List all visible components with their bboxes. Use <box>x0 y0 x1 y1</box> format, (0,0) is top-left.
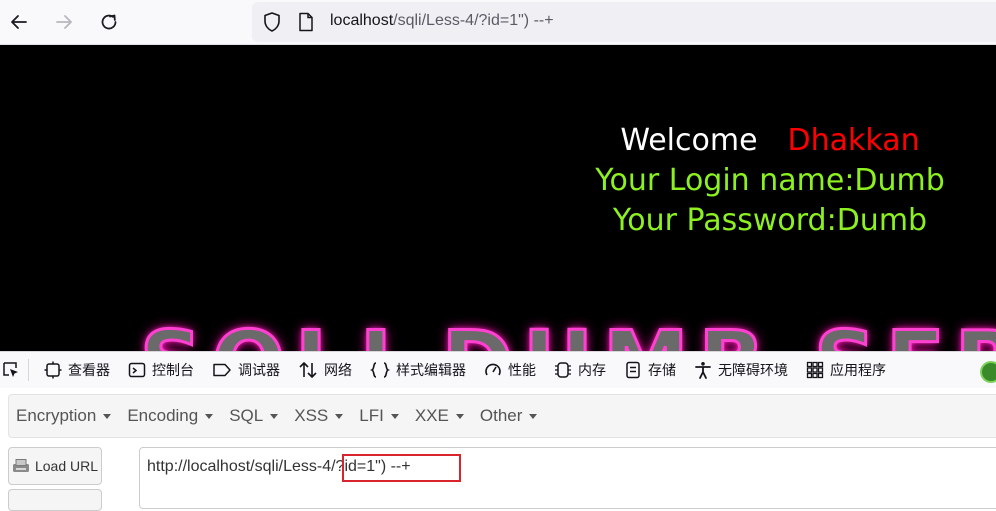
forward-arrow-icon <box>56 15 72 29</box>
tab-memory[interactable]: 内存 <box>545 352 615 388</box>
page-info-icon[interactable] <box>298 12 314 37</box>
tab-memory-label: 内存 <box>578 362 606 378</box>
hackbar-panel: Encryption Encoding SQL XSS LFI XXE Othe… <box>0 388 996 511</box>
console-icon <box>128 362 146 378</box>
tab-network-label: 网络 <box>324 362 352 378</box>
page-content: Welcome Dhakkan Your Login name:Dumb Your… <box>0 45 996 351</box>
element-picker-icon <box>3 362 18 377</box>
url-host: localhost <box>330 12 394 29</box>
menu-lfi[interactable]: LFI <box>351 406 407 426</box>
load-url-icon <box>12 459 29 472</box>
tab-performance-label: 性能 <box>508 362 536 378</box>
tab-inspector-label: 查看器 <box>68 362 110 378</box>
reload-icon <box>101 14 117 30</box>
menu-encoding[interactable]: Encoding <box>119 406 221 426</box>
tab-application[interactable]: 应用程序 <box>797 352 895 388</box>
chevron-down-icon <box>529 413 538 419</box>
menu-xxe-label: XXE <box>414 406 449 425</box>
tab-storage-label: 存储 <box>648 362 676 378</box>
accessibility-icon <box>695 362 711 379</box>
tab-style-editor-label: 样式编辑器 <box>396 362 466 378</box>
chevron-down-icon <box>103 413 112 419</box>
chevron-down-icon <box>390 413 399 419</box>
tab-console-label: 控制台 <box>152 362 194 378</box>
menu-encoding-label: Encoding <box>127 406 199 425</box>
chevron-down-icon <box>270 413 279 419</box>
sqli-dumb-banner: SQLI DUMB SERIES <box>139 312 996 352</box>
chevron-down-icon <box>455 413 464 419</box>
tab-inspector[interactable]: 查看器 <box>35 352 119 388</box>
welcome-word: Welcome <box>620 123 758 158</box>
menu-sql-label: SQL <box>229 406 264 425</box>
menu-other[interactable]: Other <box>472 406 546 426</box>
menu-encryption[interactable]: Encryption <box>9 406 119 426</box>
address-bar[interactable]: localhost/sqli/Less-4/?id=1") --+ <box>252 2 996 42</box>
menu-sql[interactable]: SQL <box>221 406 286 426</box>
url-path: /sqli/Less-4/?id=1") --+ <box>393 12 554 29</box>
payload-highlight-annotation <box>342 454 461 482</box>
chevron-down-icon <box>335 413 344 419</box>
load-url-label: Load URL <box>34 458 99 474</box>
welcome-name: Dhakkan <box>787 123 920 158</box>
menu-lfi-label: LFI <box>359 406 384 425</box>
tab-accessibility-label: 无障碍环境 <box>718 362 788 378</box>
network-icon <box>299 362 317 378</box>
password-line: Your Password:Dumb <box>612 203 928 238</box>
memory-icon <box>555 362 571 378</box>
tab-debugger-label: 调试器 <box>238 362 280 378</box>
login-name-line: Your Login name:Dumb <box>595 163 945 198</box>
inspector-icon <box>44 361 62 379</box>
back-button[interactable] <box>5 8 33 36</box>
url-text[interactable]: localhost/sqli/Less-4/?id=1") --+ <box>330 12 554 30</box>
forward-button[interactable] <box>50 8 78 36</box>
reload-button[interactable] <box>95 8 123 36</box>
menu-other-label: Other <box>479 406 523 425</box>
login-result: Welcome Dhakkan Your Login name:Dumb Your… <box>560 121 980 241</box>
menu-xxe[interactable]: XXE <box>407 406 472 426</box>
welcome-line: Welcome Dhakkan <box>560 121 980 161</box>
devtools-separator <box>28 359 29 381</box>
debugger-icon <box>213 363 231 377</box>
chevron-down-icon <box>205 413 214 419</box>
performance-icon <box>485 363 501 376</box>
browser-toolbar: localhost/sqli/Less-4/?id=1") --+ <box>0 0 996 45</box>
tab-accessibility[interactable]: 无障碍环境 <box>685 352 797 388</box>
menu-xss-label: XSS <box>294 406 329 425</box>
tab-performance[interactable]: 性能 <box>475 352 545 388</box>
tab-debugger[interactable]: 调试器 <box>203 352 289 388</box>
tab-storage[interactable]: 存储 <box>615 352 685 388</box>
storage-icon <box>626 361 640 379</box>
menu-encryption-label: Encryption <box>16 406 97 425</box>
style-editor-icon <box>370 362 390 378</box>
hackbar-menu: Encryption Encoding SQL XSS LFI XXE Othe… <box>8 394 996 438</box>
hackbar-url-textarea[interactable]: http://localhost/sqli/Less-4/?id=1") --+ <box>139 447 996 509</box>
menu-xss[interactable]: XSS <box>286 406 351 426</box>
tab-network[interactable]: 网络 <box>289 352 361 388</box>
application-icon <box>806 361 824 379</box>
element-picker-button[interactable] <box>0 352 22 388</box>
tab-console[interactable]: 控制台 <box>119 352 203 388</box>
split-url-button[interactable] <box>8 489 102 511</box>
tracking-protection-shield-icon[interactable] <box>262 11 282 38</box>
load-url-button[interactable]: Load URL <box>8 447 102 485</box>
tab-style-editor[interactable]: 样式编辑器 <box>361 352 475 388</box>
hackbar-extension-icon[interactable] <box>980 361 996 383</box>
devtools-tabbar: 查看器 控制台 调试器 网络 样式编辑器 性能 内存 存储 无障碍环境 应用程序 <box>0 351 996 389</box>
tab-application-label: 应用程序 <box>830 362 886 378</box>
back-arrow-icon <box>11 15 27 29</box>
